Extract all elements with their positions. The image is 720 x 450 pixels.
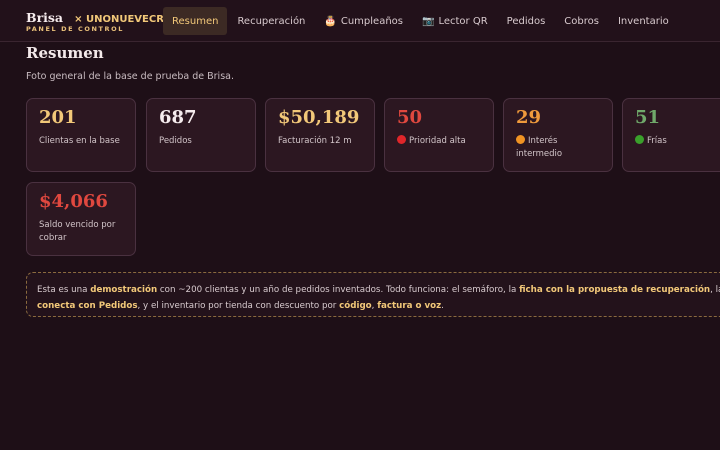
demo-notice-line: Esta es una demostración con ~200 client… (37, 282, 720, 298)
demo-notice: Esta es una demostración con ~200 client… (26, 272, 720, 317)
stat-label: Frías (647, 136, 667, 146)
tab-label: Resumen (172, 15, 219, 27)
brand: Brisa × UNONUEVECR (26, 7, 164, 26)
stat-value: 50 (397, 107, 423, 128)
brand-partner: × UNONUEVECR (74, 14, 164, 25)
stat-value: $4,066 (39, 191, 108, 212)
page-description: Foto general de la base de prueba de Bri… (26, 71, 234, 82)
notice-highlight: conecta con Pedidos (37, 301, 138, 311)
birthday-cake-icon: 🎂 (324, 15, 337, 27)
stat-label: Pedidos (159, 136, 192, 146)
notice-highlight: demostración (90, 285, 158, 295)
stat-label-row: Interés intermedio (516, 135, 600, 161)
green-dot-icon (635, 135, 644, 144)
notice-text: . (441, 301, 444, 311)
tab-label: Recuperación (237, 15, 306, 27)
notice-text: , la co (710, 285, 720, 295)
stat-label-row: Frías (635, 135, 719, 148)
stat-value: $50,189 (278, 107, 360, 128)
stat-card-interes-intermedio[interactable]: 29 Interés intermedio (503, 98, 613, 172)
stat-card-frias[interactable]: 51 Frías (622, 98, 720, 172)
tab-cumpleanos[interactable]: 🎂 Cumpleaños (315, 7, 412, 35)
stat-value: 201 (39, 107, 77, 128)
tab-label: Lector QR (438, 15, 488, 27)
stat-card-facturacion[interactable]: $50,189 Facturación 12 m (265, 98, 375, 172)
notice-highlight: código (339, 301, 372, 311)
tab-inventario[interactable]: Inventario (609, 7, 678, 35)
tab-recuperacion[interactable]: Recuperación (228, 7, 314, 35)
demo-notice-line: conecta con Pedidos, y el inventario por… (37, 298, 720, 314)
tab-resumen[interactable]: Resumen (163, 7, 228, 35)
notice-highlight: ficha con la propuesta de recuperación (519, 285, 711, 295)
red-dot-icon (397, 135, 406, 144)
stat-label-row: Prioridad alta (397, 135, 481, 148)
stat-value: 687 (159, 107, 197, 128)
camera-icon: 📷 (422, 15, 435, 27)
notice-text: , y el inventario por tienda con descuen… (137, 301, 340, 311)
brand-subtitle: PANEL DE CONTROL (26, 25, 125, 33)
tab-label: Pedidos (506, 15, 546, 27)
stat-card-clientas[interactable]: 201 Clientas en la base (26, 98, 136, 172)
orange-dot-icon (516, 135, 525, 144)
stat-label: Prioridad alta (409, 136, 466, 146)
page-title: Resumen (26, 44, 104, 62)
notice-text: con ~200 clientas y un año de pedidos in… (157, 285, 520, 295)
stat-card-pedidos[interactable]: 687 Pedidos (146, 98, 256, 172)
stat-label: Saldo vencido por cobrar (39, 220, 116, 243)
tab-lector-qr[interactable]: 📷 Lector QR (413, 7, 497, 35)
stat-value: 29 (516, 107, 542, 128)
tab-label: Cobros (564, 15, 599, 27)
brand-name: Brisa (26, 10, 64, 25)
tab-cobros[interactable]: Cobros (555, 7, 608, 35)
tab-pedidos[interactable]: Pedidos (498, 7, 555, 35)
tab-label: Inventario (617, 15, 669, 27)
stat-card-saldo-vencido[interactable]: $4,066 Saldo vencido por cobrar (26, 182, 136, 256)
stat-label: Facturación 12 m (278, 136, 352, 146)
notice-text: Esta es una (37, 285, 91, 295)
notice-highlight: factura o voz (377, 301, 442, 311)
stat-value: 51 (635, 107, 661, 128)
tab-label: Cumpleaños (340, 15, 403, 27)
stat-card-prioridad-alta[interactable]: 50 Prioridad alta (384, 98, 494, 172)
top-bar: Brisa × UNONUEVECR PANEL DE CONTROL Resu… (0, 0, 720, 42)
main-nav: Resumen Recuperación 🎂 Cumpleaños 📷 Lect… (163, 7, 679, 35)
stat-label: Clientas en la base (39, 136, 120, 146)
